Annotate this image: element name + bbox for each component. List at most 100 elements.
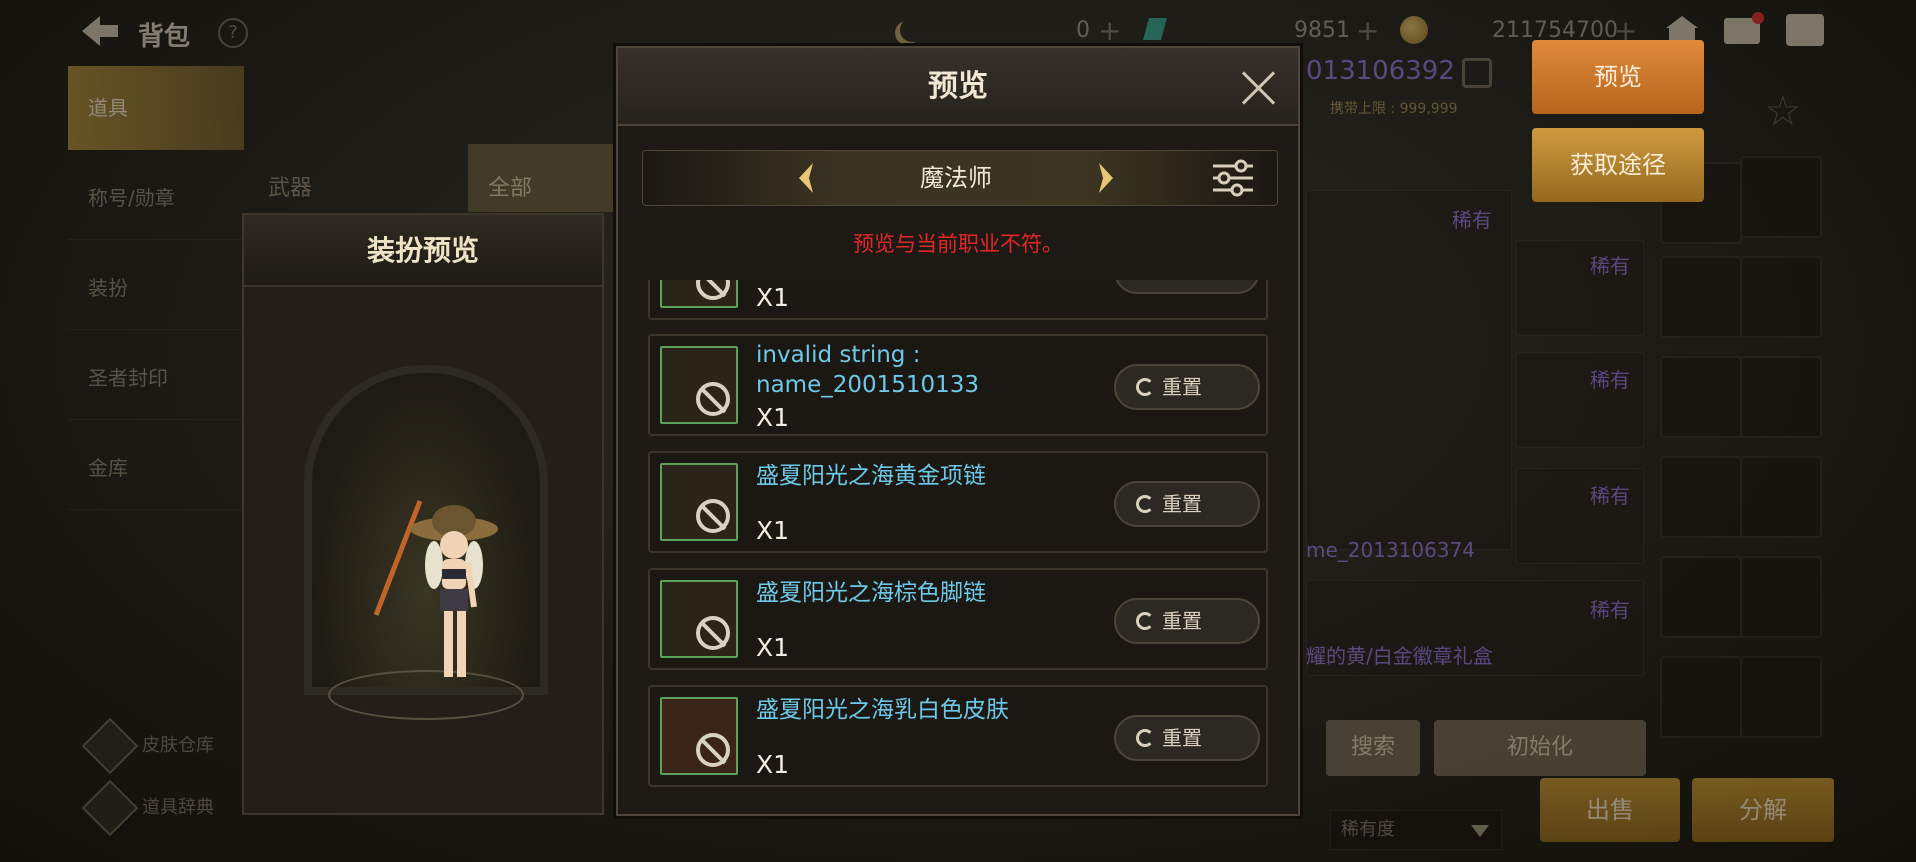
inventory-slot[interactable]: [1660, 656, 1742, 738]
prohibited-icon: [696, 280, 730, 300]
nav-item-label: 称号/勋章: [88, 186, 175, 210]
get-source-button[interactable]: 获取途径: [1532, 128, 1704, 202]
currency-b-value: 9851: [1294, 18, 1350, 43]
item-quantity: X1: [756, 283, 790, 312]
reset-icon: [1136, 729, 1154, 747]
inventory-slot[interactable]: [1740, 156, 1822, 238]
preview-item-list[interactable]: X1 重置 invalid string : name_2001510133 X…: [642, 280, 1282, 796]
inventory-slot[interactable]: [1740, 256, 1822, 338]
reset-label: 重置: [1162, 280, 1202, 283]
reset-button[interactable]: 重置: [1114, 364, 1260, 410]
item-quantity: X1: [756, 403, 790, 432]
nav-item-items[interactable]: 道具: [68, 66, 244, 150]
preview-button[interactable]: 预览: [1532, 40, 1704, 114]
item-thumbnail[interactable]: [660, 463, 738, 541]
skin-storage-link[interactable]: 皮肤仓库: [81, 717, 214, 775]
list-item: 盛夏阳光之海黄金项链 X1 重置: [648, 451, 1268, 553]
item-thumbnail[interactable]: [660, 580, 738, 658]
inventory-slot[interactable]: [1740, 656, 1822, 738]
modal-title: 预览: [928, 69, 988, 104]
search-button[interactable]: 搜索: [1326, 720, 1420, 776]
item-quantity: X1: [756, 516, 790, 545]
tab-label: 全部: [488, 176, 533, 201]
chat-icon[interactable]: [1786, 14, 1824, 46]
nav-item-vault[interactable]: 金库: [68, 426, 244, 510]
item-detail-card: [1306, 190, 1512, 550]
nav-item-seal[interactable]: 圣者封印: [68, 336, 244, 420]
list-item: invalid string : name_2001510133 X1 重置: [648, 334, 1268, 436]
reset-button[interactable]: 重置: [1114, 598, 1260, 644]
inventory-slot[interactable]: [1740, 456, 1822, 538]
inventory-slot[interactable]: [1660, 256, 1742, 338]
costume-preview-panel: 装扮预览: [242, 213, 604, 815]
reset-icon: [1136, 612, 1154, 630]
help-icon[interactable]: ?: [218, 18, 248, 48]
disassemble-button[interactable]: 分解: [1692, 778, 1834, 842]
item-quantity: X1: [756, 633, 790, 662]
class-selector: 魔法师: [642, 150, 1278, 206]
nav-item-titles[interactable]: 称号/勋章: [68, 156, 244, 240]
sell-button[interactable]: 出售: [1540, 778, 1680, 842]
inventory-slot[interactable]: [1660, 456, 1742, 538]
reset-label: 重置: [1162, 609, 1202, 633]
rare-label: 稀有: [1590, 368, 1630, 392]
prohibited-icon: [696, 733, 730, 767]
rare-label: 稀有: [1590, 254, 1630, 278]
initialize-button[interactable]: 初始化: [1434, 720, 1646, 776]
list-item: 盛夏阳光之海乳白色皮肤 X1 重置: [648, 685, 1268, 787]
close-icon[interactable]: [1240, 68, 1278, 106]
item-id-text: 013106392: [1306, 56, 1455, 86]
prohibited-icon: [696, 382, 730, 416]
item-name-fragment: me_2013106374: [1306, 538, 1476, 562]
currency-b-add-button[interactable]: +: [1356, 14, 1379, 47]
preview-modal: 预览 魔法师 预览与当前职业不符。 X1 重置 inval: [616, 46, 1300, 816]
inventory-slot[interactable]: [1660, 556, 1742, 638]
tab-all[interactable]: 全部: [468, 144, 616, 212]
skin-storage-label: 皮肤仓库: [142, 735, 214, 756]
item-thumbnail[interactable]: [660, 697, 738, 775]
item-name: 盛夏阳光之海乳白色皮肤: [756, 697, 1009, 723]
rarity-select[interactable]: 稀有度: [1330, 810, 1502, 850]
chevron-right-icon[interactable]: [1095, 161, 1117, 195]
item-dictionary-icon: [81, 779, 139, 837]
filter-settings-icon[interactable]: [1211, 159, 1255, 197]
item-thumbnail[interactable]: [660, 280, 738, 308]
inventory-slot[interactable]: [1660, 356, 1742, 438]
rare-label: 稀有: [1590, 598, 1630, 622]
moon-currency-icon: [900, 18, 924, 42]
rare-label: 稀有: [1452, 208, 1492, 232]
back-arrow-icon[interactable]: [80, 14, 120, 48]
mail-notification-dot: [1752, 12, 1764, 24]
prohibited-icon: [696, 499, 730, 533]
list-item: X1 重置: [648, 280, 1268, 320]
inventory-slot[interactable]: [1740, 356, 1822, 438]
reset-button[interactable]: 重置: [1114, 715, 1260, 761]
item-name: 盛夏阳光之海黄金项链: [756, 463, 986, 489]
tab-weapon[interactable]: 武器: [248, 144, 464, 212]
gold-coin-icon: [1400, 16, 1428, 44]
nav-item-avatar[interactable]: 装扮: [68, 246, 244, 330]
reset-label: 重置: [1162, 375, 1202, 399]
nav-item-label: 金库: [88, 456, 128, 480]
reset-button[interactable]: 重置: [1114, 481, 1260, 527]
item-name-fragment: 耀的黄/白金徽章礼盒: [1306, 644, 1493, 668]
prohibited-icon: [696, 616, 730, 650]
favorite-star-icon[interactable]: ☆: [1764, 86, 1802, 135]
item-thumbnail[interactable]: [660, 346, 738, 424]
reset-icon: [1136, 378, 1154, 396]
inventory-slot[interactable]: [1740, 556, 1822, 638]
character-preview-image[interactable]: [340, 465, 520, 715]
reset-button[interactable]: 重置: [1114, 280, 1260, 294]
share-icon[interactable]: [1462, 58, 1492, 88]
rare-label: 稀有: [1590, 484, 1630, 508]
item-dictionary-link[interactable]: 道具辞典: [81, 779, 214, 837]
chevron-down-icon: [1471, 825, 1489, 837]
currency-a-add-button[interactable]: +: [1098, 14, 1121, 47]
nav-item-label: 装扮: [88, 276, 128, 300]
game-screen: { "topbar": { "title": "背包", "help": "?"…: [0, 0, 1916, 862]
page-title: 背包: [138, 22, 191, 52]
class-name: 魔法师: [920, 164, 992, 192]
chevron-left-icon[interactable]: [795, 161, 817, 195]
reset-icon: [1136, 495, 1154, 513]
item-dictionary-label: 道具辞典: [142, 797, 214, 818]
